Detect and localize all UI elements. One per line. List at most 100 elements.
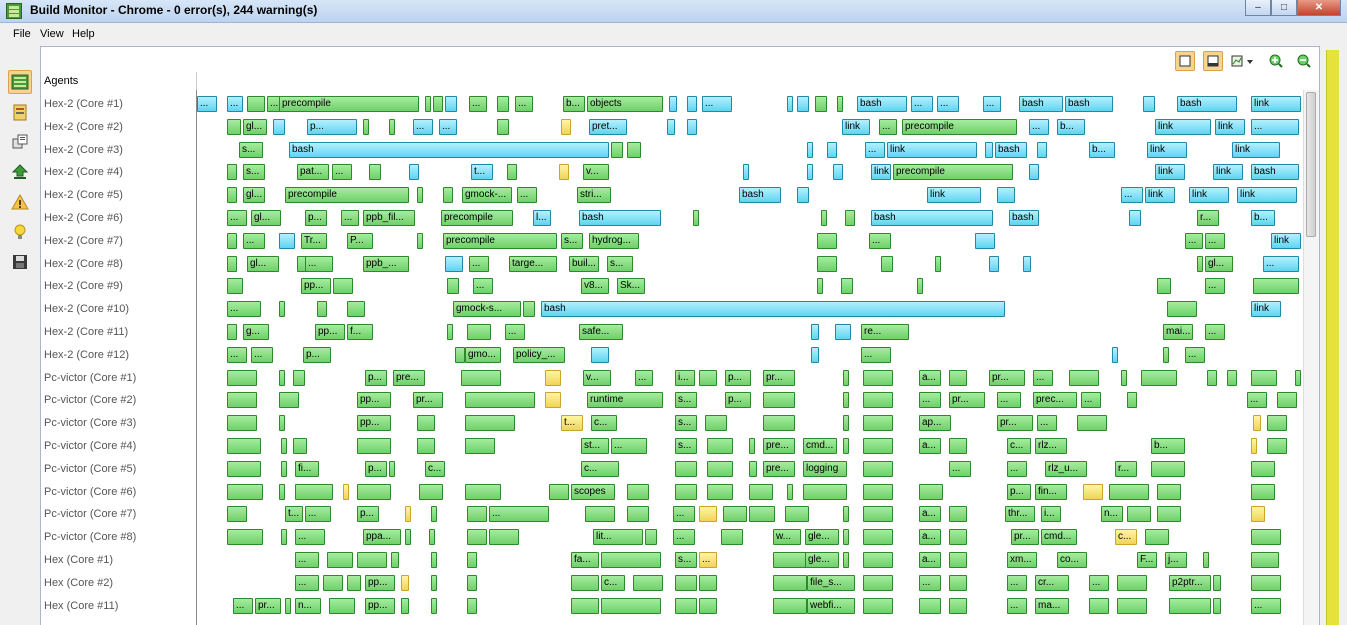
build-task-block[interactable]: pr... [255,597,281,614]
build-task-block[interactable] [467,552,477,568]
build-task-block[interactable]: ... [1205,232,1225,249]
build-task-block[interactable]: co... [1057,552,1087,568]
build-task-block[interactable] [465,415,515,432]
build-task-block[interactable] [645,529,657,546]
build-task-block[interactable] [445,96,457,112]
build-task-block[interactable] [227,278,243,295]
build-task-block[interactable]: pp... [315,324,345,340]
build-task-block[interactable]: stri... [577,187,611,204]
build-task-block[interactable] [417,415,435,432]
build-task-block[interactable]: cmd... [803,438,837,454]
build-task-block[interactable]: r... [1115,460,1137,477]
build-task-block[interactable] [1251,369,1277,386]
build-task-block[interactable]: ... [949,460,971,477]
build-task-block[interactable]: ... [227,346,247,363]
build-task-block[interactable] [863,415,893,432]
build-task-block[interactable]: pre... [393,369,425,386]
build-task-block[interactable]: ... [1029,118,1049,135]
build-task-block[interactable] [863,574,893,591]
build-task-block[interactable] [465,483,501,500]
build-task-block[interactable] [347,574,361,591]
chart-dropdown-icon[interactable] [1229,51,1257,71]
build-task-block[interactable]: re... [861,324,909,340]
build-task-block[interactable]: ppb_fil... [363,210,415,226]
build-task-block[interactable] [675,597,697,614]
build-task-block[interactable]: v... [583,164,609,181]
build-task-block[interactable] [985,141,993,158]
build-task-block[interactable]: ... [1037,415,1057,432]
build-task-block[interactable]: ... [937,96,959,112]
build-task-block[interactable] [1277,392,1297,409]
build-task-block[interactable] [465,392,535,409]
build-task-block[interactable]: pat... [297,164,329,181]
build-task-block[interactable] [247,96,265,112]
build-task-block[interactable]: ... [305,506,331,523]
build-task-block[interactable] [1157,278,1171,295]
agent-row[interactable]: Hex (Core #1) [44,550,113,570]
build-task-block[interactable]: n... [1101,506,1123,523]
build-task-block[interactable] [997,187,1015,204]
build-task-block[interactable] [817,255,837,272]
build-task-block[interactable] [1253,278,1299,295]
build-task-block[interactable]: gle... [805,529,839,546]
build-task-block[interactable]: precompile [893,164,1013,181]
build-task-block[interactable] [675,460,697,477]
build-task-block[interactable]: ... [1033,369,1053,386]
build-task-block[interactable]: s... [675,552,697,568]
build-task-block[interactable] [863,369,893,386]
build-task-block[interactable]: ... [1251,118,1299,135]
build-task-block[interactable]: gl... [1205,255,1233,272]
build-task-block[interactable] [669,96,677,112]
build-task-block[interactable] [863,597,893,614]
build-task-block[interactable] [1127,506,1151,523]
build-task-block[interactable] [389,460,395,477]
build-task-block[interactable] [707,438,733,454]
build-task-block[interactable]: ... [227,210,247,226]
build-task-block[interactable] [1227,369,1237,386]
build-task-block[interactable] [409,164,419,181]
build-task-block[interactable]: a... [919,529,941,546]
build-task-block[interactable]: lit... [593,529,643,546]
build-task-block[interactable] [1251,506,1265,523]
build-task-block[interactable] [467,574,477,591]
build-task-block[interactable]: safe... [579,324,623,340]
build-task-block[interactable]: b... [1057,118,1085,135]
agent-row[interactable]: Pc-victor (Core #4) [44,436,136,456]
build-task-block[interactable] [1267,415,1287,432]
build-task-block[interactable] [279,301,285,318]
build-task-block[interactable]: link [1215,118,1245,135]
build-task-block[interactable] [687,96,697,112]
build-task-block[interactable]: link [842,118,870,135]
build-task-block[interactable]: scopes [571,483,615,500]
build-task-block[interactable] [489,529,519,546]
build-task-block[interactable] [417,438,435,454]
build-task-block[interactable] [273,118,285,135]
build-task-block[interactable]: ... [332,164,352,181]
build-task-block[interactable]: gl... [243,187,265,204]
build-task-block[interactable] [675,483,697,500]
build-task-block[interactable] [1145,529,1169,546]
build-task-block[interactable] [833,164,843,181]
build-task-block[interactable]: ... [1007,574,1027,591]
build-task-block[interactable] [591,346,609,363]
build-task-block[interactable] [843,438,849,454]
build-task-block[interactable]: link [927,187,981,204]
build-task-block[interactable]: F... [1137,552,1157,568]
build-task-block[interactable]: ... [1081,392,1101,409]
build-task-block[interactable]: b... [1251,210,1275,226]
build-task-block[interactable]: ... [469,255,489,272]
agent-row[interactable]: Hex-2 (Core #5) [44,185,123,205]
build-task-block[interactable] [317,301,327,318]
build-task-block[interactable]: ... [197,96,217,112]
build-task-block[interactable]: ... [919,392,941,409]
build-task-block[interactable]: a... [919,506,941,523]
agent-row[interactable]: Hex-2 (Core #10) [44,299,129,319]
build-task-block[interactable] [1213,597,1221,614]
build-task-block[interactable] [1213,574,1221,591]
build-task-block[interactable]: ... [635,369,653,386]
build-task-block[interactable] [699,506,717,523]
build-task-block[interactable] [447,324,453,340]
minimize-button[interactable]: – [1245,0,1271,16]
build-task-block[interactable]: link [1213,164,1243,181]
build-task-block[interactable] [601,597,661,614]
